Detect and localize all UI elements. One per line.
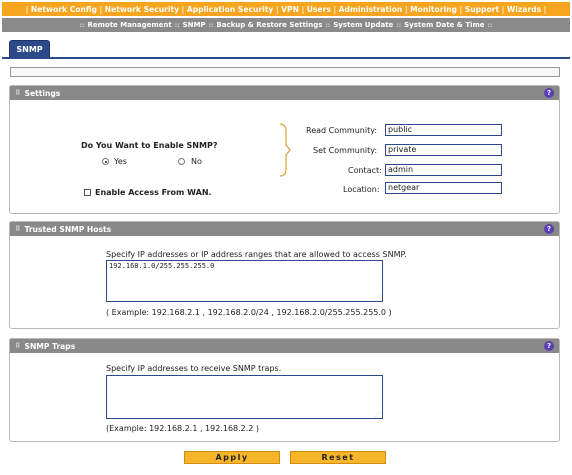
trusted-hosts-description: Specify IP addresses or IP address range… bbox=[106, 250, 407, 259]
trusted-hosts-example: ( Example: 192.168.2.1 , 192.168.2.0/24 … bbox=[106, 308, 392, 317]
subnav-backup-restore[interactable]: Backup & Restore Settings bbox=[213, 21, 325, 29]
subnav-bullet: :: bbox=[487, 21, 493, 29]
enable-yes-radio[interactable] bbox=[102, 158, 109, 165]
bracket-icon bbox=[279, 123, 291, 177]
nav-network-security[interactable]: Network Security bbox=[103, 5, 181, 14]
snmp-traps-textarea[interactable]: ⋰ bbox=[106, 375, 383, 419]
contact-label: Contact: bbox=[348, 166, 382, 175]
help-icon[interactable]: ? bbox=[544, 88, 554, 98]
settings-panel: ⠿ Settings ? Do You Want to Enable SNMP?… bbox=[9, 85, 560, 214]
nav-application-security[interactable]: Application Security bbox=[185, 5, 276, 14]
nav-vpn[interactable]: VPN bbox=[279, 5, 301, 14]
settings-title: Settings bbox=[24, 88, 61, 98]
contact-field[interactable]: admin bbox=[385, 164, 502, 176]
nav-network-config[interactable]: Network Config bbox=[29, 5, 99, 14]
subnav-snmp[interactable]: SNMP bbox=[180, 21, 209, 29]
tab-snmp[interactable]: SNMP bbox=[9, 40, 50, 58]
resize-grip-icon[interactable]: ⋰ bbox=[375, 294, 381, 301]
help-icon[interactable]: ? bbox=[544, 341, 554, 351]
resize-grip-icon[interactable]: ⋰ bbox=[375, 411, 381, 418]
trusted-hosts-header: ⠿ Trusted SNMP Hosts ? bbox=[10, 222, 559, 236]
nav-wizards[interactable]: Wizards bbox=[505, 5, 543, 14]
grip-icon: ⠿ bbox=[15, 89, 21, 97]
nav-administration[interactable]: Administration bbox=[337, 5, 405, 14]
nav-monitoring[interactable]: Monitoring bbox=[408, 5, 459, 14]
grip-icon: ⠿ bbox=[15, 225, 21, 233]
location-field[interactable]: netgear bbox=[385, 182, 502, 194]
set-community-field[interactable]: private bbox=[385, 144, 502, 156]
snmp-traps-panel: ⠿ SNMP Traps ? Specify IP addresses to r… bbox=[9, 338, 560, 442]
snmp-traps-description: Specify IP addresses to receive SNMP tra… bbox=[106, 364, 282, 373]
set-community-label: Set Community: bbox=[313, 146, 378, 155]
apply-button[interactable]: Apply bbox=[184, 451, 280, 464]
trusted-hosts-title: Trusted SNMP Hosts bbox=[24, 224, 112, 234]
enable-yes-label: Yes bbox=[114, 157, 127, 166]
grip-icon: ⠿ bbox=[15, 342, 21, 350]
settings-header: ⠿ Settings ? bbox=[10, 86, 559, 100]
reset-button[interactable]: Reset bbox=[290, 451, 386, 464]
nav-separator: | bbox=[543, 4, 547, 14]
nav-users[interactable]: Users bbox=[305, 5, 333, 14]
snmp-traps-example: (Example: 192.168.2.1 , 192.168.2.2 ) bbox=[106, 424, 260, 433]
snmp-traps-title: SNMP Traps bbox=[24, 341, 76, 351]
enable-snmp-question: Do You Want to Enable SNMP? bbox=[81, 141, 218, 150]
read-community-field[interactable]: public bbox=[385, 124, 502, 136]
nav-support[interactable]: Support bbox=[463, 5, 501, 14]
enable-no-label: No bbox=[191, 157, 202, 166]
enable-wan-checkbox[interactable] bbox=[84, 189, 91, 196]
tab-underline bbox=[2, 57, 570, 59]
top-nav: | Network Config | Network Security | Ap… bbox=[2, 2, 570, 16]
message-bar bbox=[10, 67, 560, 77]
snmp-traps-header: ⠿ SNMP Traps ? bbox=[10, 339, 559, 353]
subnav-remote-management[interactable]: Remote Management bbox=[84, 21, 174, 29]
read-community-label: Read Community: bbox=[306, 126, 378, 135]
trusted-hosts-value: 192.168.1.0/255.255.255.0 bbox=[109, 262, 215, 270]
location-label: Location: bbox=[343, 185, 380, 194]
trusted-hosts-textarea[interactable]: 192.168.1.0/255.255.255.0 ⋰ bbox=[106, 260, 383, 302]
trusted-hosts-panel: ⠿ Trusted SNMP Hosts ? Specify IP addres… bbox=[9, 221, 560, 329]
sub-nav: :: Remote Management :: SNMP :: Backup &… bbox=[2, 18, 570, 32]
subnav-system-update[interactable]: System Update bbox=[330, 21, 396, 29]
enable-no-radio[interactable] bbox=[178, 158, 185, 165]
subnav-system-date-time[interactable]: System Date & Time bbox=[401, 21, 487, 29]
enable-wan-label: Enable Access From WAN. bbox=[95, 188, 212, 197]
help-icon[interactable]: ? bbox=[544, 224, 554, 234]
